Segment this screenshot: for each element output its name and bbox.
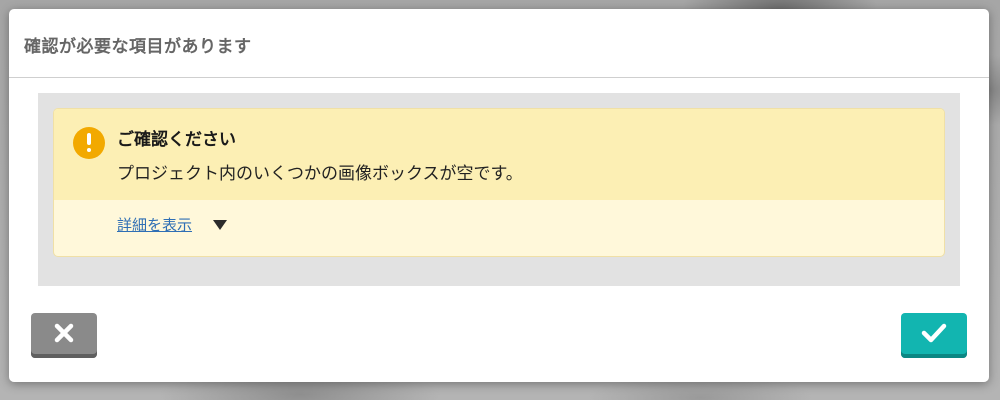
caret-down-icon[interactable] xyxy=(213,220,227,230)
show-details-link[interactable]: 詳細を表示 xyxy=(117,214,192,235)
dialog-title: 確認が必要な項目があります xyxy=(24,37,252,57)
alert-title: ご確認ください xyxy=(117,130,236,150)
close-icon xyxy=(54,323,74,343)
confirmation-dialog: 確認が必要な項目があります ご確認ください プロジェクト内のいくつかの画像ボック… xyxy=(9,9,989,382)
confirm-button[interactable] xyxy=(901,313,967,358)
dialog-header: 確認が必要な項目があります xyxy=(9,9,989,78)
warning-alert: ご確認ください プロジェクト内のいくつかの画像ボックスが空です。 詳細を表示 xyxy=(53,108,945,257)
cancel-button[interactable] xyxy=(31,313,97,358)
alert-message: プロジェクト内のいくつかの画像ボックスが空です。 xyxy=(117,164,523,184)
check-icon xyxy=(921,323,947,343)
warning-icon xyxy=(73,127,105,159)
dialog-body: ご確認ください プロジェクト内のいくつかの画像ボックスが空です。 詳細を表示 xyxy=(38,93,960,286)
alert-header: ご確認ください プロジェクト内のいくつかの画像ボックスが空です。 xyxy=(54,109,944,200)
